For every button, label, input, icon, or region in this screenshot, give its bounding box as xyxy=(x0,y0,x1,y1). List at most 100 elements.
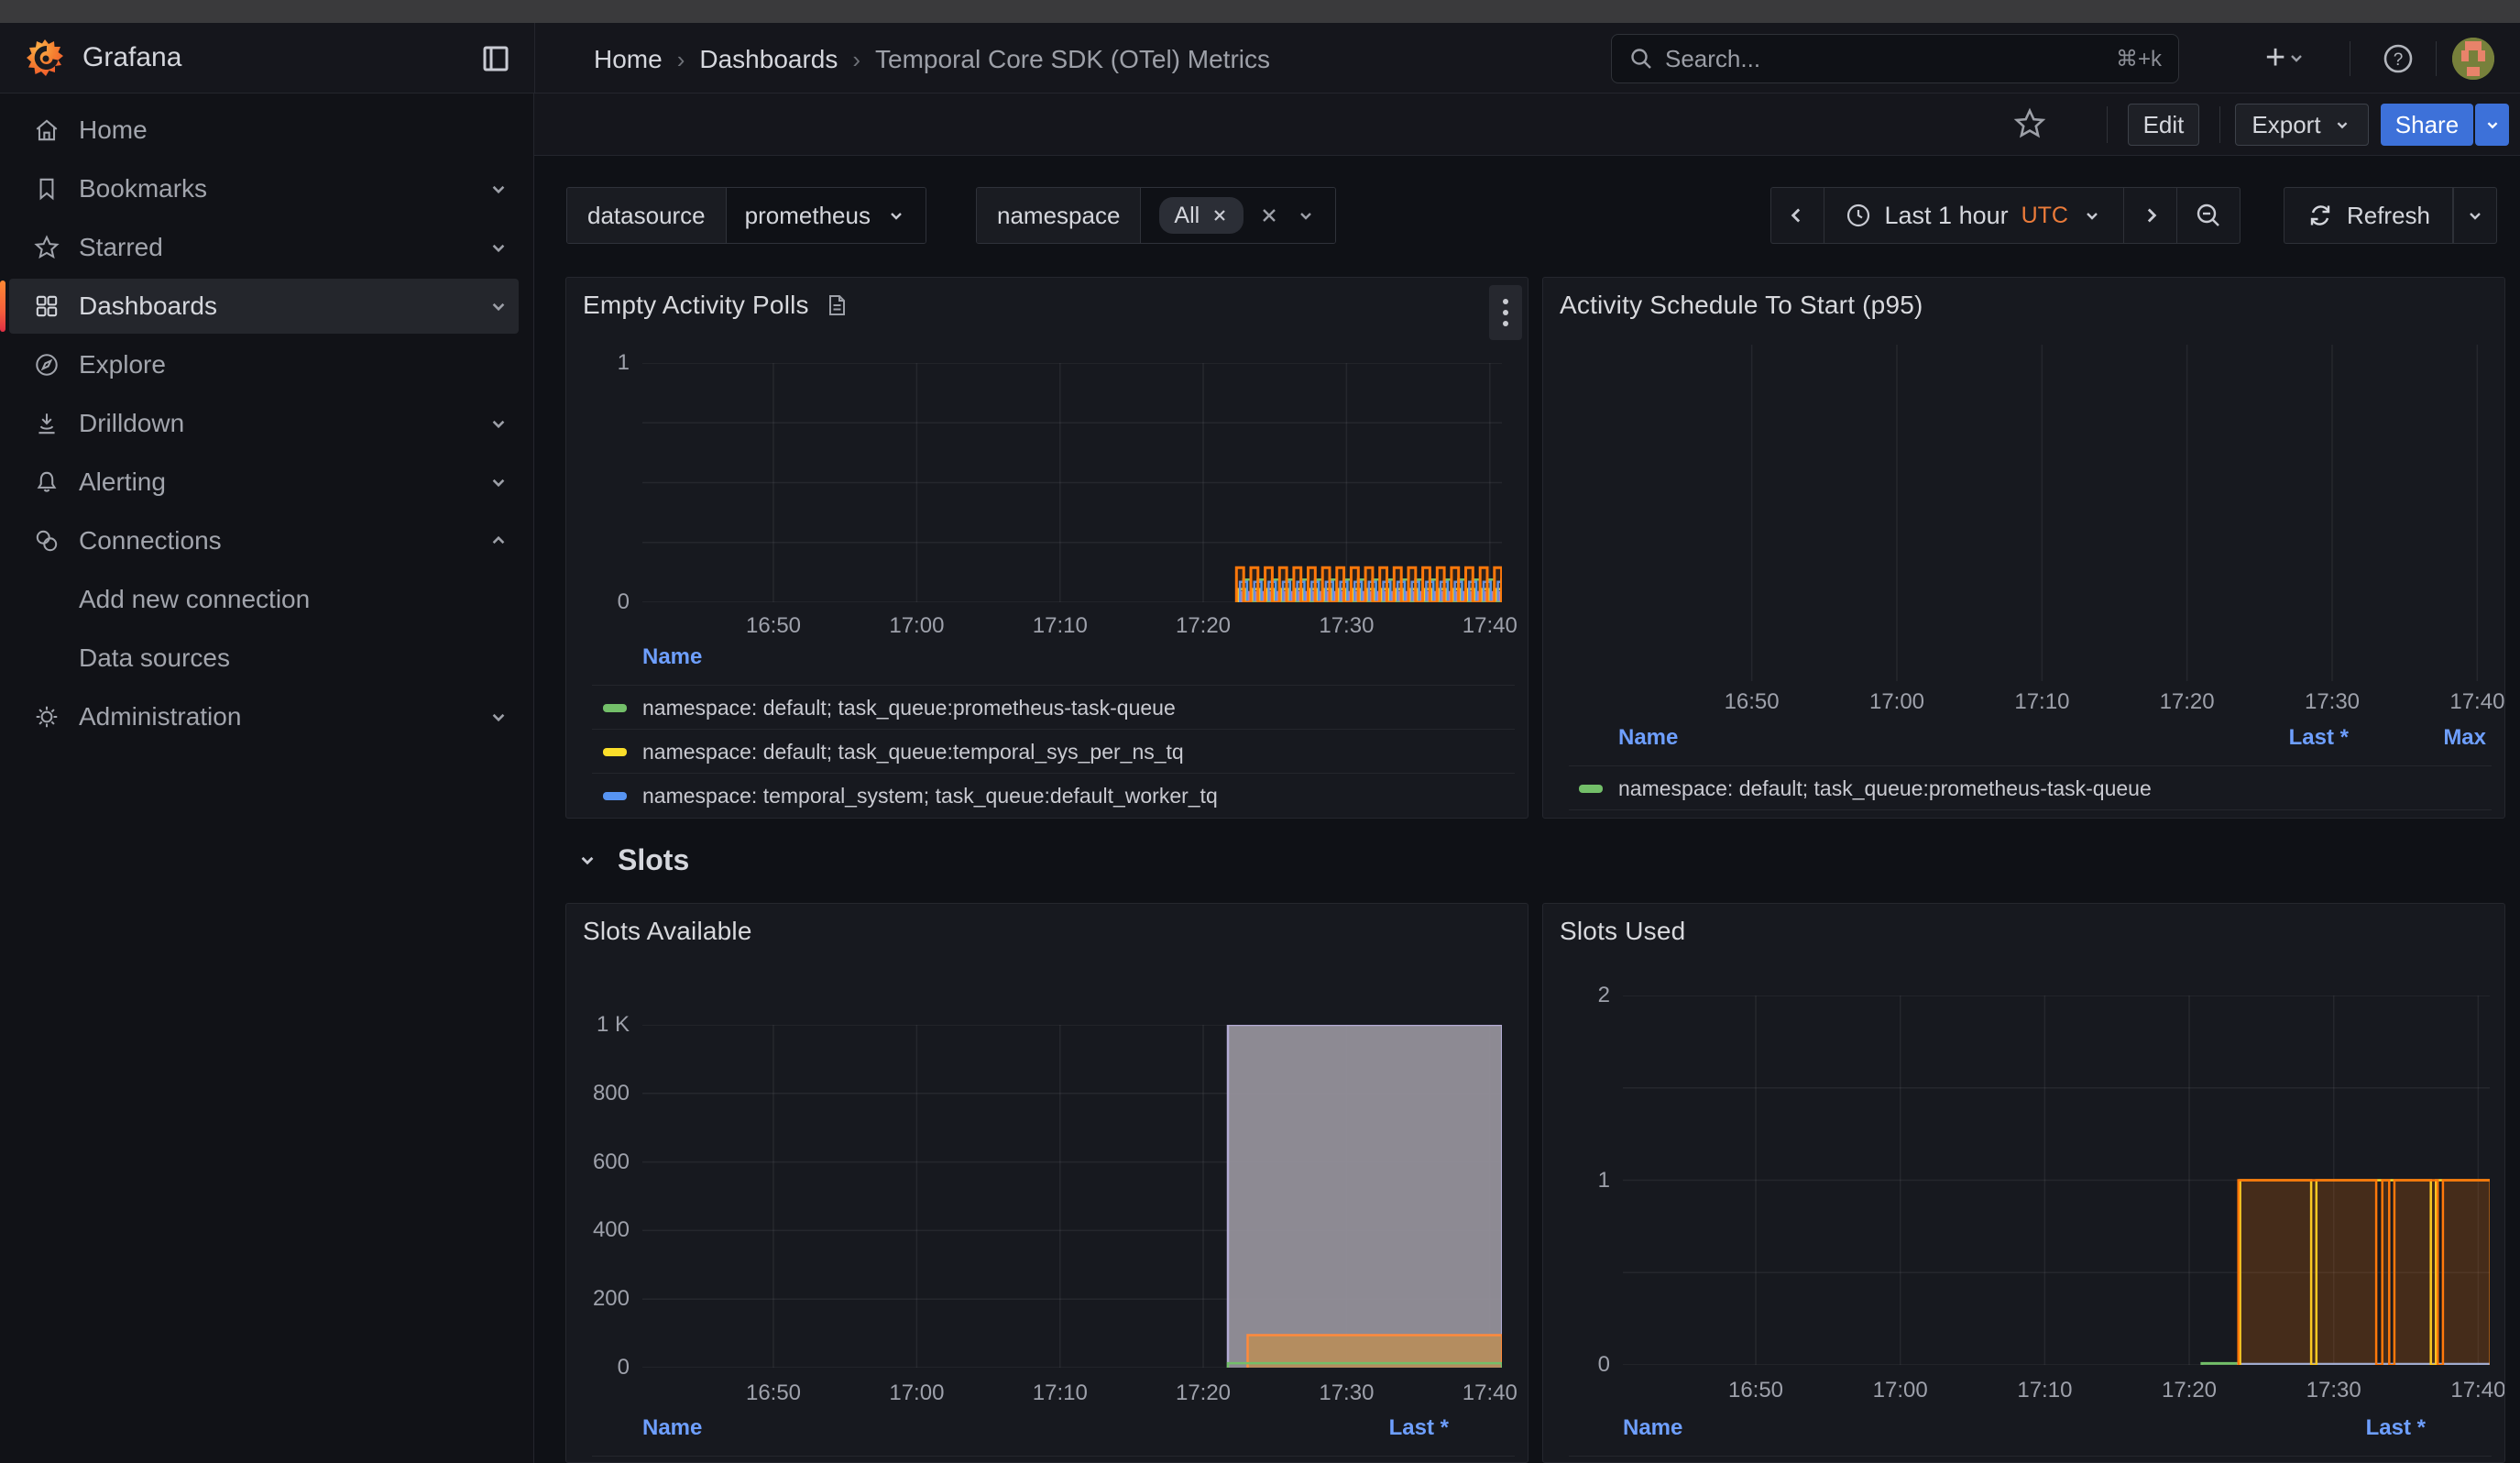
panel-title[interactable]: Slots Available xyxy=(583,917,752,946)
x-axis-tick-label: 17:40 xyxy=(1426,1380,1528,1406)
export-button[interactable]: Export xyxy=(2235,104,2369,146)
grafana-logo[interactable] xyxy=(24,37,66,79)
legend-header-last[interactable]: Last * xyxy=(2366,1415,2426,1441)
x-axis-tick-label: 17:20 xyxy=(2123,689,2252,715)
namespace-chip[interactable]: All xyxy=(1159,197,1244,234)
chevron-up-icon xyxy=(487,529,510,553)
x-axis-tick-label: 17:30 xyxy=(2268,689,2396,715)
x-axis-tick-label: 17:10 xyxy=(1978,689,2106,715)
time-range-picker[interactable]: Last 1 hour UTC xyxy=(1824,187,2123,244)
sidebar-item-dashboards[interactable]: Dashboards xyxy=(0,277,534,336)
legend-row[interactable]: namespace: default; task_queue:prometheu… xyxy=(1569,765,2492,809)
sidebar-item-label: Connections xyxy=(79,526,222,556)
sidebar-item-bookmarks[interactable]: Bookmarks xyxy=(0,160,534,218)
close-icon[interactable] xyxy=(1211,206,1229,225)
legend-header-name[interactable]: Name xyxy=(1623,1415,1682,1441)
panel-title[interactable]: Activity Schedule To Start (p95) xyxy=(1560,291,1923,320)
edit-button[interactable]: Edit xyxy=(2128,104,2199,146)
refresh-interval-button[interactable] xyxy=(2453,187,2497,244)
breadcrumb-dashboards[interactable]: Dashboards xyxy=(699,45,838,74)
y-axis-tick-label: 1 xyxy=(1543,1168,1610,1194)
clear-all-icon[interactable] xyxy=(1258,204,1280,226)
chevron-down-icon xyxy=(2081,204,2103,226)
x-axis-tick-label: 17:30 xyxy=(1282,613,1410,639)
panel-header[interactable]: Empty Activity Polls xyxy=(566,278,1528,333)
time-shift-forward-button[interactable] xyxy=(2123,187,2176,244)
sidebar-item-label: Bookmarks xyxy=(79,174,207,204)
favorite-star-icon[interactable] xyxy=(2012,106,2047,141)
sidebar-item-add-new-connection[interactable]: Add new connection xyxy=(0,570,534,629)
sidebar-item-drilldown[interactable]: Drilldown xyxy=(0,394,534,453)
description-icon[interactable] xyxy=(824,292,849,318)
plus-icon: + xyxy=(2265,41,2285,74)
legend-row[interactable]: namespace: temporal_system; task_queue:d… xyxy=(592,773,1515,817)
sidebar-item-connections[interactable]: Connections xyxy=(0,512,534,570)
search-shortcut: ⌘+k xyxy=(2116,46,2162,72)
legend-header-name[interactable]: Name xyxy=(642,1415,702,1441)
sidebar-item-data-sources[interactable]: Data sources xyxy=(0,629,534,688)
legend-row[interactable]: namespace: default; task_queue:temporal_… xyxy=(592,729,1515,773)
kebab-icon xyxy=(1502,297,1509,328)
sidebar-item-label: Administration xyxy=(79,702,241,732)
share-button[interactable]: Share xyxy=(2381,104,2473,146)
namespace-select[interactable]: All xyxy=(1141,188,1335,243)
chart-canvas[interactable] xyxy=(1623,996,2490,1365)
y-axis-tick-label: 0 xyxy=(566,1355,630,1380)
x-axis-tick-label: 17:10 xyxy=(996,1380,1124,1406)
sidebar-collapse-icon[interactable] xyxy=(479,42,512,75)
search-placeholder: Search... xyxy=(1665,45,2116,73)
add-menu-button[interactable]: + xyxy=(2265,41,2307,74)
row-section-slots[interactable]: Slots xyxy=(575,834,689,886)
sidebar-item-administration[interactable]: Administration xyxy=(0,688,534,746)
chart-canvas[interactable] xyxy=(1618,345,2489,681)
panel-header[interactable]: Slots Available xyxy=(566,904,1528,959)
time-shift-back-button[interactable] xyxy=(1770,187,1824,244)
sidebar-item-starred[interactable]: Starred xyxy=(0,218,534,277)
dashboard-canvas: datasource prometheus namespace All Last… xyxy=(534,156,2520,1463)
legend-header-last[interactable]: Last * xyxy=(2289,725,2349,751)
sidebar-item-home[interactable]: Home xyxy=(0,101,534,160)
window-chrome-strip xyxy=(0,0,2520,23)
legend-row[interactable]: namespace: default; task_queue:prometheu… xyxy=(592,1456,1515,1463)
brand-name: Grafana xyxy=(82,42,181,73)
star-icon xyxy=(33,234,60,261)
chevron-down-icon xyxy=(2464,204,2486,226)
datasource-label: datasource xyxy=(567,188,727,243)
top-bar: Grafana Home › Dashboards › Temporal Cor… xyxy=(0,23,2520,94)
panel-menu-button[interactable] xyxy=(1489,285,1522,340)
datasource-select[interactable]: prometheus xyxy=(727,188,926,243)
search-input[interactable]: Search... ⌘+k xyxy=(1611,34,2179,83)
legend-header-max[interactable]: Max xyxy=(2443,725,2486,751)
refresh-button[interactable]: Refresh xyxy=(2284,187,2453,244)
zoom-out-button[interactable] xyxy=(2176,187,2241,244)
clock-icon xyxy=(1845,202,1872,229)
x-axis-tick-label: 17:00 xyxy=(1833,689,1961,715)
legend-series-swatch xyxy=(603,704,627,712)
breadcrumb-home[interactable]: Home xyxy=(594,45,663,74)
legend-header-name[interactable]: Name xyxy=(642,644,702,670)
chart-canvas[interactable] xyxy=(642,363,1502,602)
chevron-down-icon xyxy=(2285,47,2307,69)
legend-header-name[interactable]: Name xyxy=(1618,725,1678,751)
dashboards-icon xyxy=(33,292,60,320)
legend-row[interactable]: namespace: default; task_queue:prometheu… xyxy=(1569,1456,2492,1463)
panel-title[interactable]: Empty Activity Polls xyxy=(583,291,809,320)
panel-header[interactable]: Activity Schedule To Start (p95) xyxy=(1543,278,2504,333)
x-axis-tick-label: 17:00 xyxy=(1836,1378,1965,1403)
panel-header[interactable]: Slots Used xyxy=(1543,904,2504,959)
y-axis-tick-label: 600 xyxy=(566,1150,630,1175)
help-button[interactable]: ? xyxy=(2379,39,2417,78)
nav-sidebar: Home Bookmarks Starred DashboardsExploreDri… xyxy=(0,94,534,1463)
sidebar-item-label: Starred xyxy=(79,233,163,262)
chart-canvas[interactable] xyxy=(642,1025,1502,1368)
legend-row[interactable]: namespace: default; task_queue:prometheu… xyxy=(592,685,1515,729)
legend-header-last[interactable]: Last * xyxy=(1389,1415,1449,1441)
sidebar-item-explore[interactable]: Explore xyxy=(0,336,534,394)
user-avatar[interactable] xyxy=(2452,38,2494,80)
compass-icon xyxy=(33,351,60,379)
share-menu-button[interactable] xyxy=(2475,104,2509,146)
legend-series-label: namespace: temporal_system; task_queue:d… xyxy=(642,784,1218,808)
panel-title[interactable]: Slots Used xyxy=(1560,917,1685,946)
sidebar-item-alerting[interactable]: Alerting xyxy=(0,453,534,512)
x-axis-tick-label: 16:50 xyxy=(1688,689,1816,715)
